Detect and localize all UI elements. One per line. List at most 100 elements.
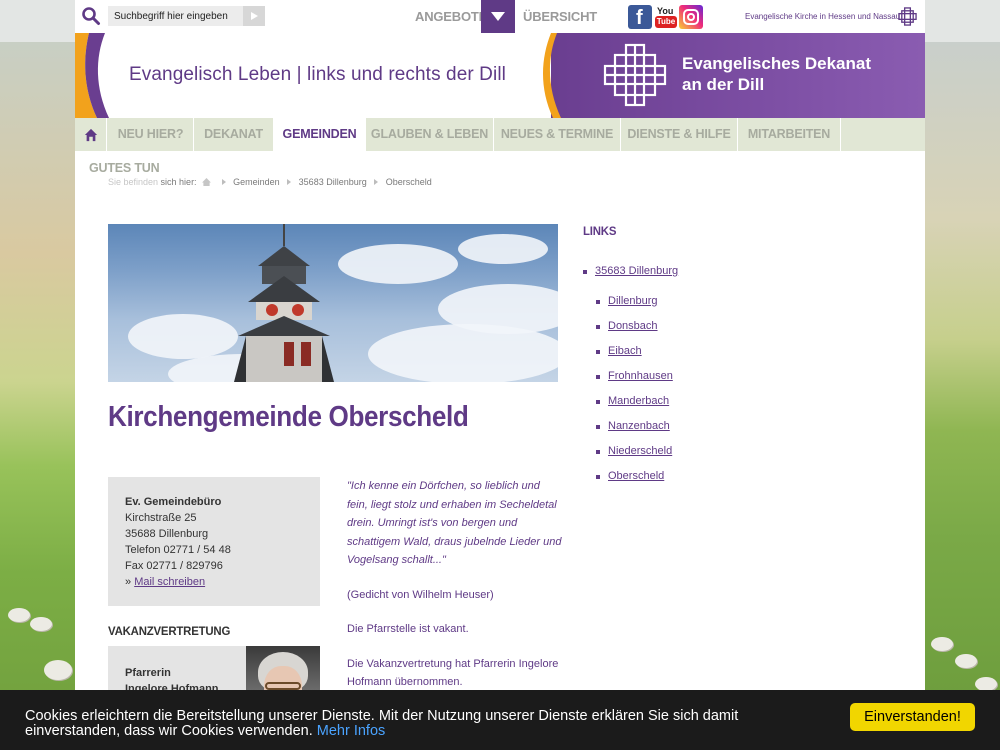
angebote-link[interactable]: ANGEBOTE [415, 9, 487, 24]
bullet-icon [596, 375, 600, 379]
banner-swoosh-right [543, 33, 561, 118]
youtube-icon[interactable]: You Tube [655, 5, 679, 29]
poem-source: (Gedicht von Wilhelm Heuser) [347, 588, 494, 601]
sidebar-list-item: Niederscheld [583, 445, 883, 470]
vacancy-heading: VAKANZVERTRETUNG [108, 624, 231, 638]
background-landscape-left [0, 42, 75, 750]
sidebar-link-manderbach[interactable]: Manderbach [608, 395, 669, 407]
sidebar-links: LINKS 35683 Dillenburg Dillenburg Donsba… [583, 224, 883, 495]
sidebar-link-eibach[interactable]: Eibach [608, 345, 642, 357]
office-contact-box: Ev. Gemeindebüro Kirchstraße 25 35688 Di… [108, 477, 320, 606]
nav-dekanat[interactable]: DEKANAT [194, 118, 274, 151]
breadcrumb-separator-icon [374, 179, 379, 185]
content-text: "Ich kenne ein Dörfchen, so lieblich und… [347, 477, 562, 708]
search-icon[interactable] [81, 6, 101, 26]
sidebar-parent-list: 35683 Dillenburg [583, 265, 883, 277]
nav-glauben-leben[interactable]: GLAUBEN & LEBEN [366, 118, 494, 151]
sidebar-list-item: Eibach [583, 345, 883, 370]
nav-neues-termine[interactable]: NEUES & TERMINE [494, 118, 621, 151]
breadcrumb-item-oberscheld: Oberscheld [385, 177, 432, 187]
office-phone: Telefon 02771 / 54 48 [125, 544, 231, 556]
sidebar-link-niederscheld[interactable]: Niederscheld [608, 445, 672, 457]
youtube-wordmark-top: You [657, 6, 674, 16]
youtube-wordmark-bottom: Tube [655, 16, 677, 28]
bullet-icon [596, 475, 600, 479]
cookie-more-info-link[interactable]: Mehr Infos [317, 723, 386, 739]
ekhn-link[interactable]: Evangelische Kirche in Hessen und Nassau [745, 12, 900, 21]
sheep-illustration [44, 660, 72, 680]
sidebar-link-dillenburg[interactable]: Dillenburg [608, 295, 658, 307]
breadcrumb-separator-icon [287, 179, 292, 185]
office-street: Kirchstraße 25 [125, 512, 197, 524]
breadcrumb-item-dillenburg[interactable]: 35683 Dillenburg [299, 177, 367, 187]
search-submit-button[interactable] [243, 6, 265, 26]
office-name: Ev. Gemeindebüro [125, 496, 222, 508]
breadcrumb-home-icon[interactable] [202, 178, 212, 186]
bullet-icon [596, 425, 600, 429]
sidebar-list-item: Dillenburg [583, 295, 883, 320]
sheep-illustration [8, 608, 30, 622]
bullet-icon [596, 350, 600, 354]
instagram-icon[interactable] [679, 5, 703, 29]
breadcrumb: Sie befinden sich hier: Gemeinden 35683 … [108, 177, 432, 187]
sheep-illustration [931, 637, 953, 651]
dekanat-title-line1: Evangelisches Dekanat [682, 54, 871, 73]
top-utility-bar: ANGEBOTE ÜBERSICHT f You Tube Evangelisc… [75, 0, 925, 33]
sidebar-list-item: Manderbach [583, 395, 883, 420]
sidebar-list-item: Donsbach [583, 320, 883, 345]
vacancy-notice: Die Pfarrstelle ist vakant. [347, 623, 469, 635]
nav-mitarbeiten[interactable]: MITARBEITEN [738, 118, 841, 151]
breadcrumb-separator-icon [221, 179, 226, 185]
search-input[interactable] [108, 6, 243, 26]
sidebar-list-item: Frohnhausen [583, 370, 883, 395]
site-banner: Evangelisch Leben | links und rechts der… [75, 33, 925, 118]
sidebar-list-item: Nanzenbach [583, 420, 883, 445]
bullet-icon [596, 325, 600, 329]
nav-neu-hier[interactable]: NEU HIER? [108, 118, 194, 151]
sheep-illustration [955, 654, 977, 668]
replacement-notice: Die Vakanzvertretung hat Pfarrerin Ingel… [347, 657, 559, 689]
sidebar-link-oberscheld[interactable]: Oberscheld [608, 470, 664, 482]
nav-dienste-hilfe[interactable]: DIENSTE & HILFE [621, 118, 738, 151]
sidebar-link-frohnhausen[interactable]: Frohnhausen [608, 370, 673, 382]
sheep-illustration [30, 617, 52, 631]
nav-gemeinden[interactable]: GEMEINDEN [274, 118, 366, 151]
nav-home-button[interactable] [75, 118, 107, 151]
breadcrumb-prefix-faded: Sie befinden [108, 177, 161, 187]
office-city: 35688 Dillenburg [125, 528, 209, 540]
banner-claim: Evangelisch Leben | links und rechts der… [129, 64, 506, 85]
breadcrumb-item-gemeinden[interactable]: Gemeinden [233, 177, 280, 187]
nav-gutes-tun[interactable]: GUTES TUN [89, 161, 160, 175]
uebersicht-link[interactable]: ÜBERSICHT [523, 9, 597, 24]
ekhn-cross-icon[interactable] [898, 7, 917, 26]
vacancy-role: Pfarrerin [125, 667, 171, 679]
cookie-message: Cookies erleichtern die Bereitstellung u… [25, 709, 835, 739]
page-title: Kirchengemeinde Oberscheld [108, 401, 469, 433]
home-icon [84, 128, 98, 142]
bullet-icon [583, 270, 587, 274]
mail-link[interactable]: Mail schreiben [134, 576, 205, 588]
sidebar-link-donsbach[interactable]: Donsbach [608, 320, 658, 332]
bullet-icon [596, 400, 600, 404]
dekanat-title-line2: an der Dill [682, 75, 765, 94]
bullet-icon [596, 300, 600, 304]
facebook-icon[interactable]: f [628, 5, 652, 29]
dekanat-title[interactable]: Evangelisches Dekanat an der Dill [682, 53, 871, 95]
office-fax: Fax 02771 / 829796 [125, 560, 223, 572]
cookie-consent-bar: Cookies erleichtern die Bereitstellung u… [0, 690, 1000, 750]
sidebar-heading: LINKS [583, 224, 617, 238]
sidebar-link-nanzenbach[interactable]: Nanzenbach [608, 420, 670, 432]
content-panel: Sie befinden sich hier: Gemeinden 35683 … [75, 151, 925, 750]
angebote-dropdown-toggle[interactable] [481, 0, 515, 33]
facebook-glyph: f [636, 7, 643, 29]
sidebar-link-35683-dillenburg[interactable]: 35683 Dillenburg [595, 265, 678, 277]
mail-prefix: » [125, 576, 135, 588]
background-landscape-right [925, 42, 1000, 750]
sidebar-parent-item: 35683 Dillenburg [583, 265, 883, 277]
cookie-accept-button[interactable]: Einverstanden! [850, 703, 975, 731]
sidebar-children-list: Dillenburg Donsbach Eibach Frohnhausen M… [583, 295, 883, 495]
dekanat-cross-logo-icon[interactable] [603, 43, 667, 107]
bullet-icon [596, 450, 600, 454]
sidebar-list-item: Oberscheld [583, 470, 883, 495]
breadcrumb-prefix: sich hier: [160, 177, 197, 187]
